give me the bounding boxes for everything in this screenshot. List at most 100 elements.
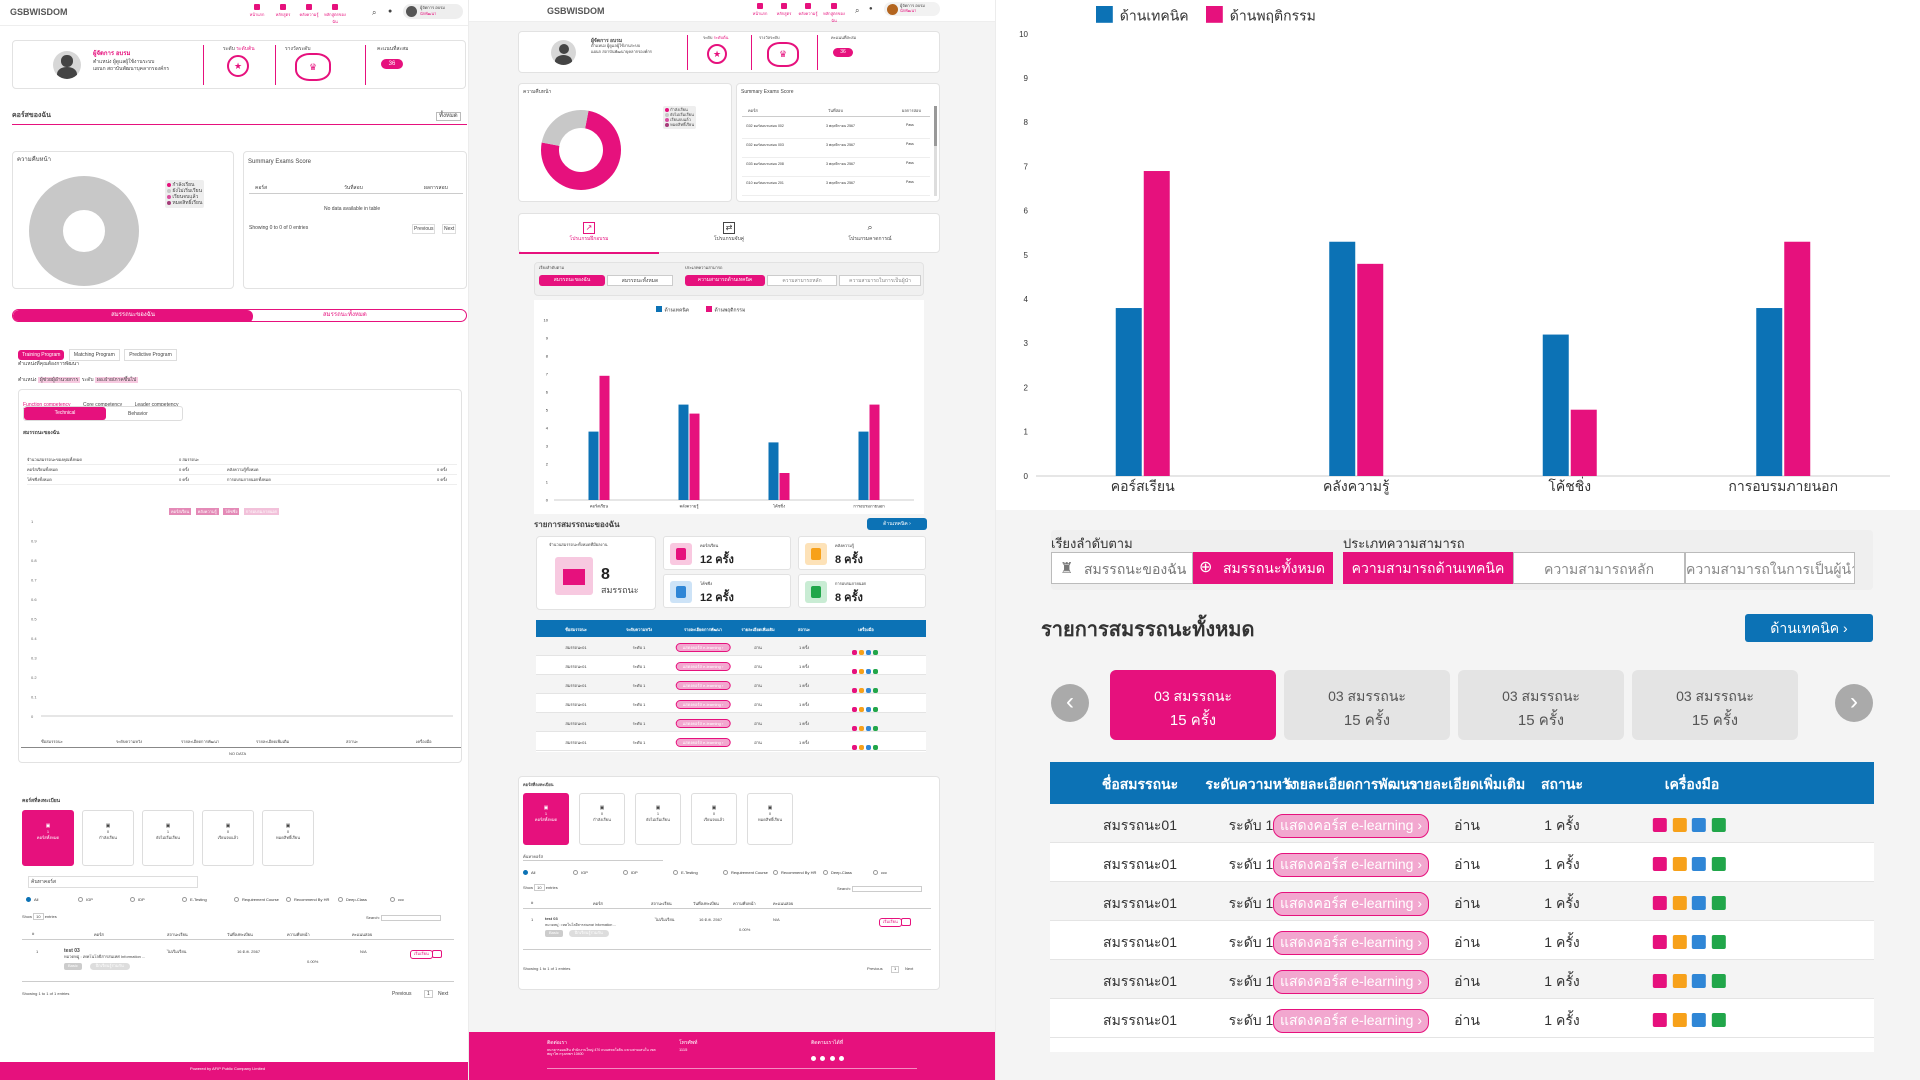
elearning-link[interactable]: แสดงคอร์ส e-learning › [1272,853,1430,878]
bar[interactable] [1542,334,1569,476]
status-card[interactable]: ▣ 0 เรียนจบแล้ว [202,810,254,866]
coach-tool-icon[interactable] [866,688,871,694]
bell-icon[interactable]: ● [388,8,392,16]
elearning-link[interactable]: แสดงคอร์ส e-learning › [675,643,731,653]
length-select[interactable]: 10 [33,913,44,920]
elearning-link[interactable]: แสดงคอร์ส e-learning › [675,719,731,729]
course-tool-icon[interactable] [1652,857,1667,872]
radio-option[interactable]: IDP [623,870,638,876]
type-core-button[interactable]: ความสามารถหลัก [767,275,837,286]
knowledge-tool-icon[interactable] [859,669,864,675]
radio-circle[interactable] [823,870,828,876]
nav-my-course[interactable]: หลักสูตรของฉัน [821,3,847,24]
radio-circle[interactable] [390,897,395,903]
carousel-next-button[interactable]: › [1835,684,1873,722]
elearning-link[interactable]: แสดงคอร์ส e-learning › [1272,892,1430,917]
status-card[interactable]: ▣ 0 กำลังเรียน [82,810,134,866]
status-card[interactable]: ▣ 0 หมดสิทธิ์เรียน [262,810,314,866]
training-tool-icon[interactable] [1711,1013,1726,1028]
elearning-link[interactable]: แสดงคอร์ส e-learning › [675,681,731,691]
prev-button[interactable]: Previous [412,224,436,234]
radio-option[interactable]: Recommend By HR [286,897,329,903]
course-tool-icon[interactable] [852,669,857,675]
training-tool-icon[interactable] [873,650,878,656]
radio-circle[interactable] [673,870,678,876]
sort-my-button[interactable]: ♜ สมรรถนะของฉัน [1051,552,1193,584]
carousel-prev-button[interactable]: ‹ [1051,684,1089,722]
scrollbar[interactable] [934,106,937,196]
search-icon[interactable]: ⌕ [855,6,859,16]
competency-card[interactable]: 03 สมรรถนะ 15 ครั้ง [1458,670,1624,740]
knowledge-tool-icon[interactable] [1672,896,1687,911]
status-card[interactable]: ▣ 0 กำลังเรียน [579,793,625,845]
radio-option[interactable]: All [26,897,38,903]
chip[interactable]: การอบรมภายนอก [243,508,280,515]
course-tool-icon[interactable] [852,650,857,656]
knowledge-tool-icon[interactable] [1672,818,1687,833]
tab-all-competency[interactable]: สมรรถนะทั้งหมด [323,312,367,319]
competency-card[interactable]: 03 สมรรถนะ 15 ครั้ง [1284,670,1450,740]
radio-option[interactable]: IDP [130,897,145,903]
status-card[interactable]: ▣ 1 ยังไม่เริ่มเรียน [142,810,194,866]
elearning-pill[interactable]: แสดงคอร์ส e-learning › [675,643,731,653]
radio-circle[interactable] [523,870,528,876]
chip[interactable]: โค้ชชิ่ง [223,508,240,515]
sort-my-button[interactable]: สมรรถนะของฉัน [539,275,605,286]
knowledge-tool-icon[interactable] [1672,857,1687,872]
nav-course[interactable]: หลักสูตร [270,4,296,18]
elearning-pill[interactable]: แสดงคอร์ส e-learning › [1272,931,1430,956]
cart-icon[interactable] [901,918,911,926]
next-button[interactable]: Next [442,224,457,234]
elearning-pill[interactable]: แสดงคอร์ส e-learning › [675,662,731,672]
course-tool-icon[interactable] [852,745,857,751]
elearning-link[interactable]: แสดงคอร์ส e-learning › [1272,970,1430,995]
training-tool-icon[interactable] [873,726,878,732]
knowledge-tool-icon[interactable] [859,707,864,713]
competency-card[interactable]: 03 สมรรถนะ 15 ครั้ง [1110,670,1276,740]
donut-slice[interactable] [541,110,589,146]
tab-my-competency[interactable]: สมรรถนะของฉัน [13,310,253,321]
tech-filter-button[interactable]: ด้านเทคนิค › [1745,614,1873,642]
next-button[interactable]: Next [905,966,913,972]
bar[interactable] [1570,409,1597,476]
bar[interactable] [599,375,610,500]
coach-tool-icon[interactable] [866,669,871,675]
coach-tool-icon[interactable] [1692,896,1706,911]
bar[interactable] [779,473,790,500]
status-card[interactable]: ▣ 1 คอร์สทั้งหมด [22,810,74,866]
status-card[interactable]: ▣ 1 ยังไม่เริ่มเรียน [635,793,681,845]
coach-tool-icon[interactable] [866,707,871,713]
bar[interactable] [1115,308,1142,476]
radio-option[interactable]: Deep-Class [338,897,367,903]
training-tool-icon[interactable] [873,707,878,713]
training-tool-icon[interactable] [1711,857,1726,872]
tab-matching-program[interactable]: ⇄ โปรแกรมจับคู่ [659,214,799,254]
radio-circle[interactable] [723,870,728,876]
course-tool-icon[interactable] [852,688,857,694]
tab-training-program[interactable]: Training Program [18,350,65,360]
radio-option[interactable]: E-Testing [673,870,698,876]
radio-circle[interactable] [338,897,343,903]
length-select[interactable]: 10 [534,884,545,891]
elearning-pill[interactable]: แสดงคอร์ส e-learning › [1272,970,1430,995]
coach-tool-icon[interactable] [1692,935,1706,950]
training-tool-icon[interactable] [1711,974,1726,989]
tab-predictive-program[interactable]: Predictive Program [124,349,177,361]
radio-option[interactable]: Recommend By HR [773,870,816,876]
cart-icon[interactable] [432,950,442,958]
radio-circle[interactable] [234,897,239,903]
knowledge-tool-icon[interactable] [1672,1013,1687,1028]
competency-card[interactable]: 03 สมรรถนะ 15 ครั้ง [1632,670,1798,740]
bar[interactable] [1329,241,1356,476]
elearning-pill[interactable]: แสดงคอร์ส e-learning › [1272,1009,1430,1034]
radio-circle[interactable] [78,897,83,903]
elearning-pill[interactable]: แสดงคอร์ส e-learning › [675,681,731,691]
elearning-pill[interactable]: แสดงคอร์ส e-learning › [675,719,731,729]
prev-button[interactable]: Previous [392,991,411,997]
status-card[interactable]: ▣ 1 คอร์สทั้งหมด [523,793,569,845]
training-tool-icon[interactable] [1711,896,1726,911]
course-tool-icon[interactable] [1652,935,1667,950]
radio-circle[interactable] [286,897,291,903]
course-tool-icon[interactable] [1652,1013,1667,1028]
bar[interactable] [869,404,880,500]
